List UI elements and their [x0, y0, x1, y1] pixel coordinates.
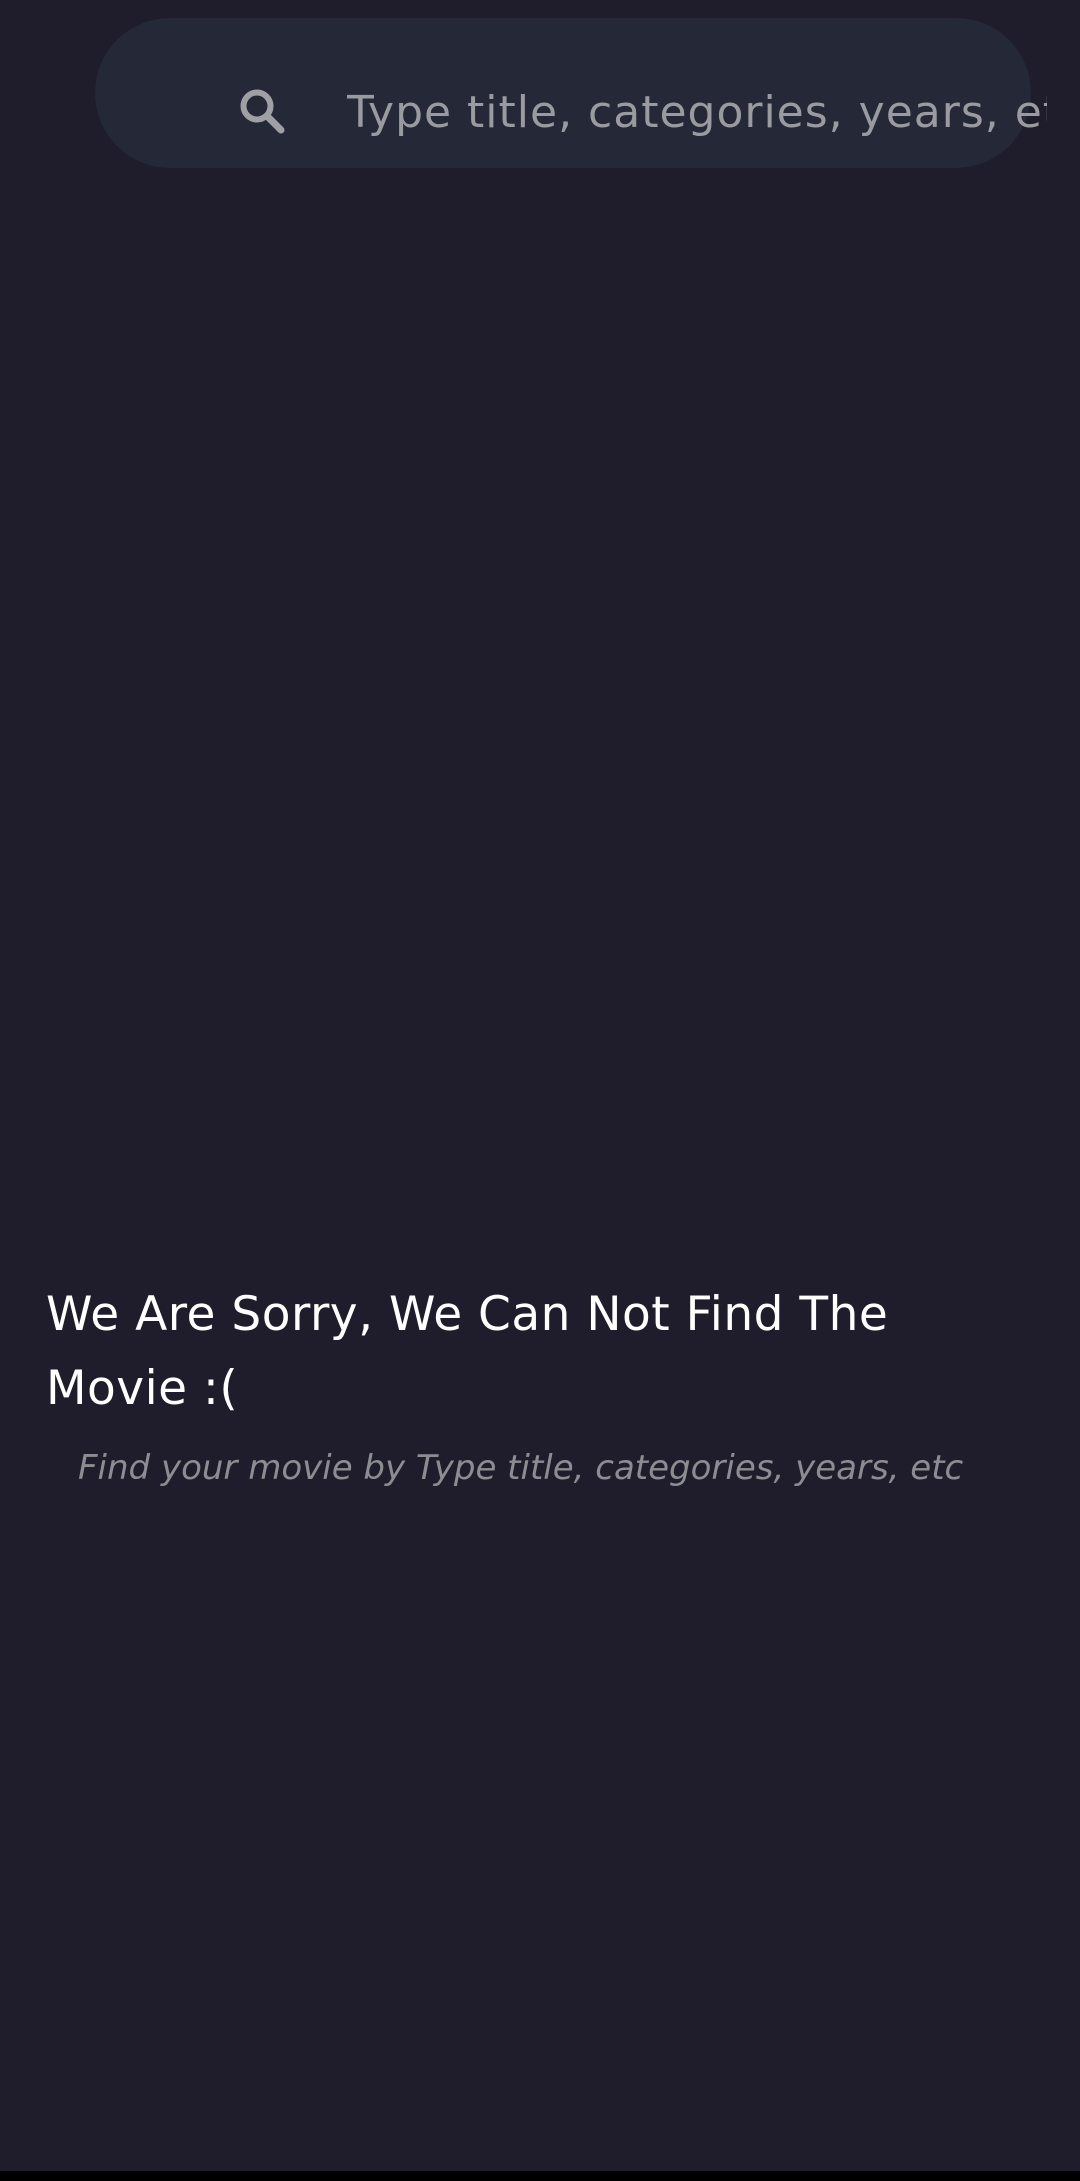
empty-state-title: We Are Sorry, We Can Not Find The Movie …: [46, 1287, 889, 1416]
search-input[interactable]: [347, 73, 1047, 151]
search-icon[interactable]: [235, 84, 289, 138]
search-bar[interactable]: [95, 18, 1047, 168]
empty-state-subtitle: Find your movie by Type title, categorie…: [78, 1448, 964, 1488]
system-navigation-bar: [0, 2171, 1080, 2181]
search-screen: We Are Sorry, We Can Not Find The Movie …: [0, 0, 1080, 2171]
